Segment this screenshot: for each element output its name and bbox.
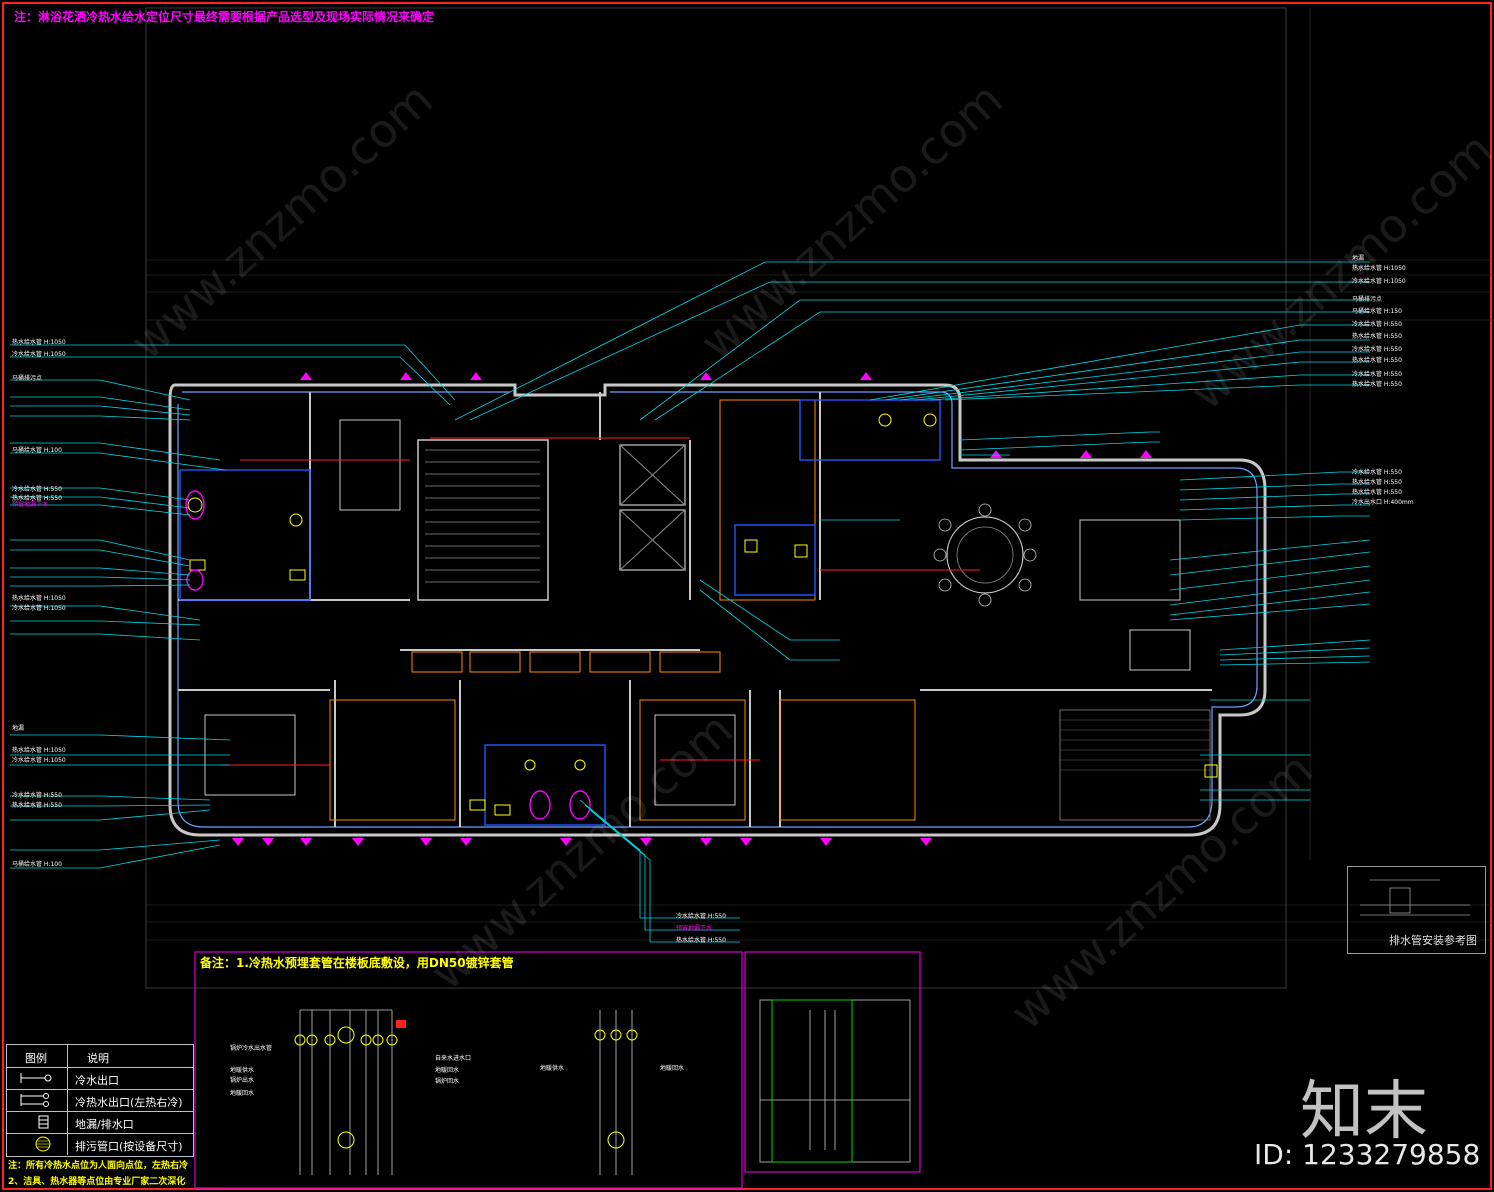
legend-header: 图例 说明 <box>7 1045 193 1068</box>
watermark-id: ID: 1233279858 <box>1254 1138 1481 1171</box>
bottom-note-1: 注：所有冷热水点位为人面向点位，左热右冷 <box>8 1161 189 1171</box>
legend-row: 地漏/排水口 <box>7 1111 193 1134</box>
bottom-note-2: 2、洁具、热水器等点位由专业厂家二次深化 <box>8 1177 186 1187</box>
hot-cold-water-outlet-icon <box>20 1093 49 1107</box>
pipe-annotation: 冷水给水管 H:550 <box>1352 371 1402 378</box>
svg-text:自来水进水口: 自来水进水口 <box>435 1054 471 1062</box>
pipe-annotation: 地漏 <box>12 725 25 732</box>
pipe-annotation: 预留地漏下水 <box>12 501 49 508</box>
drain-reference-title: 排水管安装参考图 <box>1389 934 1477 947</box>
svg-text:锅炉回水: 锅炉回水 <box>435 1077 459 1085</box>
floor-plan-drawing: 锅炉冷水出水管 地暖供水 锅炉出水 地暖回水 自来水进水口 地暖回水 锅炉回水 … <box>2 2 1494 1190</box>
pipe-annotation: 热水给水管 H:1050 <box>12 339 66 346</box>
pipe-annotation: 热水给水管 H:1050 <box>12 747 66 754</box>
floor-drain-icon <box>38 1115 49 1129</box>
pipe-annotation: 冷水给水管 H:550 <box>1352 469 1402 476</box>
legend-header-desc: 说明 <box>87 1052 109 1065</box>
pipe-annotation: 热水给水管 H:550 <box>1352 333 1402 340</box>
legend-row: 冷热水出口(左热右冷) <box>7 1089 193 1112</box>
legend-label: 冷热水出口(左热右冷) <box>75 1096 183 1109</box>
legend-label: 排污管口(按设备尺寸) <box>75 1140 183 1153</box>
svg-text:地暖回水: 地暖回水 <box>435 1066 459 1074</box>
pipe-annotation: 冷水给水管 H:550 <box>676 913 726 920</box>
legend-row: 排污管口(按设备尺寸) <box>7 1133 193 1155</box>
pipe-annotation: 冷水给水管 H:1050 <box>12 605 66 612</box>
cold-water-outlet-icon <box>20 1073 52 1083</box>
legend-label: 地漏/排水口 <box>75 1118 134 1131</box>
legend-header-icon: 图例 <box>25 1052 47 1065</box>
pipe-annotation: 热水给水管 H:550 <box>12 802 62 809</box>
cad-drawing-viewport: 锅炉冷水出水管 地暖供水 锅炉出水 地暖回水 自来水进水口 地暖回水 锅炉回水 … <box>0 0 1494 1192</box>
pipe-annotation: 马桶给水管 H:100 <box>12 861 62 868</box>
pipe-annotation: 热水给水管 H:1050 <box>12 595 66 602</box>
svg-text:地暖供水: 地暖供水 <box>230 1066 254 1074</box>
pipe-annotation: 冷水出水口 H:400mm <box>1352 499 1414 506</box>
svg-text:地暖回水: 地暖回水 <box>230 1089 254 1097</box>
legend-table: 图例 说明 冷水出口 冷热水出口(左热右冷) 地漏/排水口 排污管口(按设备尺寸… <box>6 1044 194 1157</box>
legend-label: 冷水出口 <box>75 1074 119 1087</box>
pipe-annotation: 冷水给水管 H:550 <box>1352 321 1402 328</box>
drain-pipe-reference-box: 排水管安装参考图 <box>1347 866 1486 954</box>
pipe-annotation: 热水给水管 H:550 <box>1352 489 1402 496</box>
pipe-annotation: 冷水给水管 H:550 <box>12 486 62 493</box>
pipe-annotation: 预留地漏下水 <box>676 925 713 932</box>
sewage-outlet-icon <box>35 1136 51 1152</box>
svg-text:地暖回水: 地暖回水 <box>660 1064 684 1072</box>
pipe-annotation: 热水给水管 H:550 <box>1352 357 1402 364</box>
pipe-annotation: 马桶给水管 H:150 <box>1352 308 1402 315</box>
pipe-annotation: 马桶给水管 H:100 <box>12 447 62 454</box>
svg-text:锅炉冷水出水管: 锅炉冷水出水管 <box>230 1044 272 1052</box>
pipe-annotation: 冷水给水管 H:1050 <box>12 757 66 764</box>
legend-row: 冷水出口 <box>7 1067 193 1090</box>
pipe-annotation: 马桶排污点 <box>12 375 43 382</box>
pipe-annotation: 热水给水管 H:550 <box>1352 381 1402 388</box>
pipe-annotation: 冷水给水管 H:550 <box>12 792 62 799</box>
pipe-annotation: 冷水给水管 H:550 <box>1352 346 1402 353</box>
pipe-annotation: 热水给水管 H:550 <box>676 937 726 944</box>
pipe-annotation: 冷水给水管 H:1050 <box>12 351 66 358</box>
svg-text:地暖供水: 地暖供水 <box>540 1064 564 1072</box>
pipe-annotation: 热水给水管 H:550 <box>1352 479 1402 486</box>
pipe-annotation: 马桶排污点 <box>1352 296 1383 303</box>
title-note: 注：淋浴花洒冷热水给水定位尺寸最终需要根据产品选型及现场实际情况来确定 <box>14 10 435 24</box>
svg-text:锅炉出水: 锅炉出水 <box>230 1076 254 1084</box>
